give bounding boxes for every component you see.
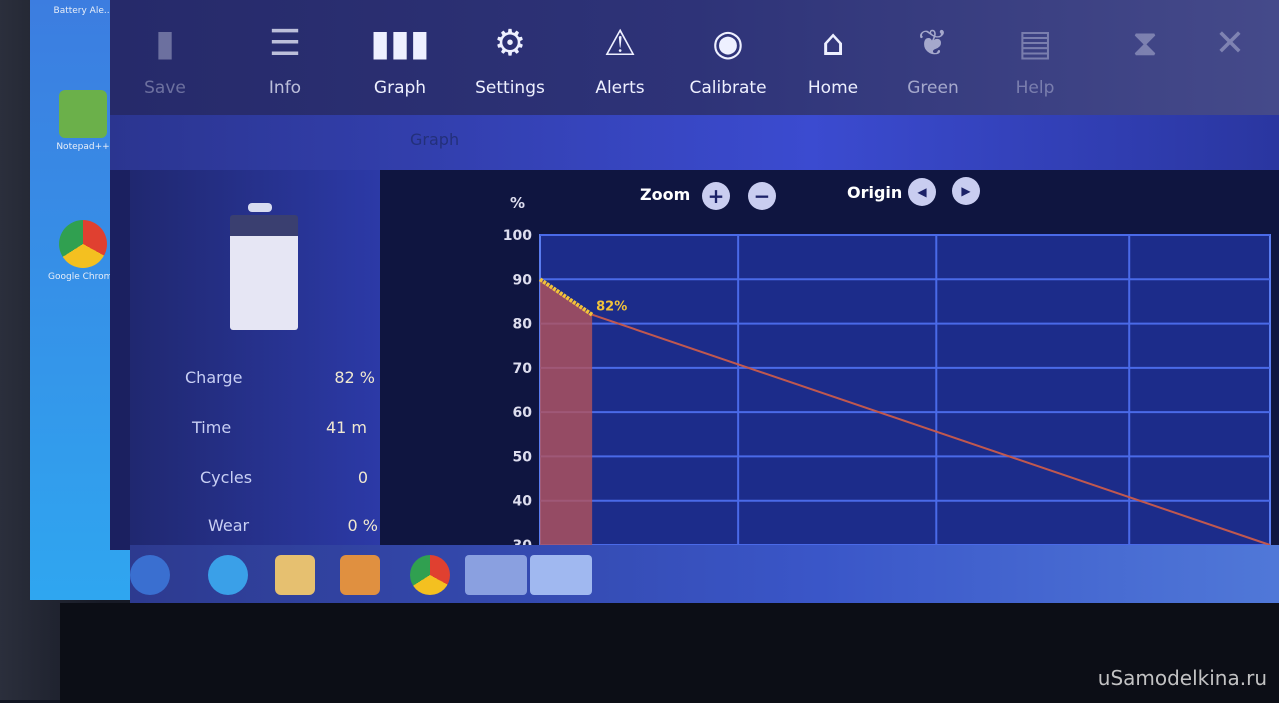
- settings-button[interactable]: ⚙ Settings: [465, 20, 555, 98]
- watermark: uSamodelkina.ru: [1097, 666, 1267, 690]
- y-tick-label: 90: [513, 272, 533, 288]
- section-title: Graph: [410, 130, 460, 149]
- y-axis-label: %: [510, 194, 525, 212]
- book-icon: ▤: [1017, 23, 1052, 64]
- data-label: 82%: [596, 300, 627, 315]
- calibrate-button[interactable]: ◉ Calibrate: [683, 20, 773, 98]
- chrome-taskbar-icon[interactable]: [410, 555, 450, 595]
- section-header: Graph: [110, 115, 1279, 170]
- battery-fill: [230, 235, 298, 330]
- plot-area: [539, 234, 1271, 546]
- alerts-button[interactable]: ⚠ Alerts: [575, 20, 665, 98]
- save-button[interactable]: ▮ Save: [120, 20, 210, 98]
- gear-icon: ⚙: [493, 23, 527, 64]
- stat-time: Time 41 m: [192, 418, 367, 437]
- graph-panel: Zoom + − Origin ◀ ▶ 100 90 80 70 60 50 40 30% 82…: [380, 170, 1279, 550]
- alert-icon: ⚠: [603, 23, 637, 64]
- hourglass-button[interactable]: ⧗: [1100, 20, 1190, 78]
- help-button[interactable]: ▤ Help: [990, 20, 1080, 98]
- chrome-icon: [59, 220, 107, 268]
- y-tick-label: 100: [503, 228, 532, 244]
- battery-app-window: ▮ Save ☰ Info ▮▮▮ Graph ⚙ Settings ⚠ Alerts ◉…: [110, 0, 1279, 550]
- y-tick-label: 50: [513, 449, 533, 465]
- battery-level-icon: [230, 215, 298, 330]
- media-taskbar-icon[interactable]: [340, 555, 380, 595]
- info-icon: ☰: [268, 23, 302, 64]
- close-button[interactable]: ✕: [1200, 20, 1260, 68]
- stat-cycles: Cycles 0: [200, 468, 368, 487]
- battery-app-taskbar-icon[interactable]: [465, 555, 527, 595]
- toolbar: ▮ Save ☰ Info ▮▮▮ Graph ⚙ Settings ⚠ Alerts ◉…: [110, 0, 1279, 115]
- green-button[interactable]: ❦ Green: [888, 20, 978, 98]
- y-tick-label: 40: [513, 494, 533, 510]
- taskbar: [130, 545, 1279, 603]
- battery-panel: Charge 82 % Time 41 m Cycles 0 Wear 0 %: [130, 170, 385, 550]
- stat-charge: Charge 82 %: [185, 368, 375, 387]
- y-tick-label: 70: [513, 361, 533, 377]
- y-tick-label: 80: [513, 317, 533, 333]
- hourglass-icon: ⧗: [1132, 23, 1158, 64]
- notepad-icon: [59, 90, 107, 138]
- close-icon: ✕: [1214, 23, 1246, 64]
- y-tick-label: 60: [513, 405, 533, 421]
- laptop-bottom-bezel: [60, 603, 1279, 703]
- paint-taskbar-icon[interactable]: [530, 555, 592, 595]
- battery-cap: [248, 203, 272, 212]
- stat-wear: Wear 0 %: [208, 516, 378, 535]
- start-button[interactable]: [130, 555, 170, 595]
- leaf-icon: ❦: [917, 23, 949, 64]
- info-button[interactable]: ☰ Info: [240, 20, 330, 98]
- charge-fill: [540, 279, 593, 545]
- explorer-taskbar-icon[interactable]: [275, 555, 315, 595]
- charge-chart: 10090807060504030%82%: [503, 194, 1271, 550]
- graph-button[interactable]: ▮▮▮ Graph: [355, 20, 445, 98]
- home-icon: ⌂: [821, 23, 845, 64]
- ie-taskbar-icon[interactable]: [208, 555, 248, 595]
- calibrate-icon: ◉: [712, 23, 744, 64]
- home-button[interactable]: ⌂ Home: [788, 20, 878, 98]
- save-icon: ▮: [155, 23, 175, 64]
- graph-icon: ▮▮▮: [370, 23, 430, 64]
